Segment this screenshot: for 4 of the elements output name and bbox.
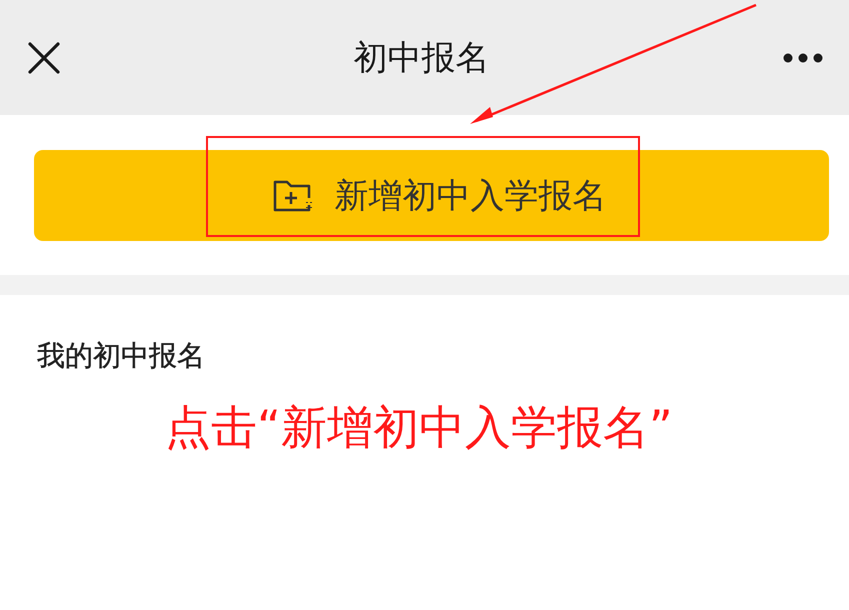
annotation-text: 点击“新增初中入学报名”	[165, 399, 674, 456]
page-title: 初中报名	[354, 36, 490, 80]
section-title: 我的初中报名	[37, 338, 206, 374]
add-enrollment-button[interactable]: 新增初中入学报名	[34, 150, 829, 241]
